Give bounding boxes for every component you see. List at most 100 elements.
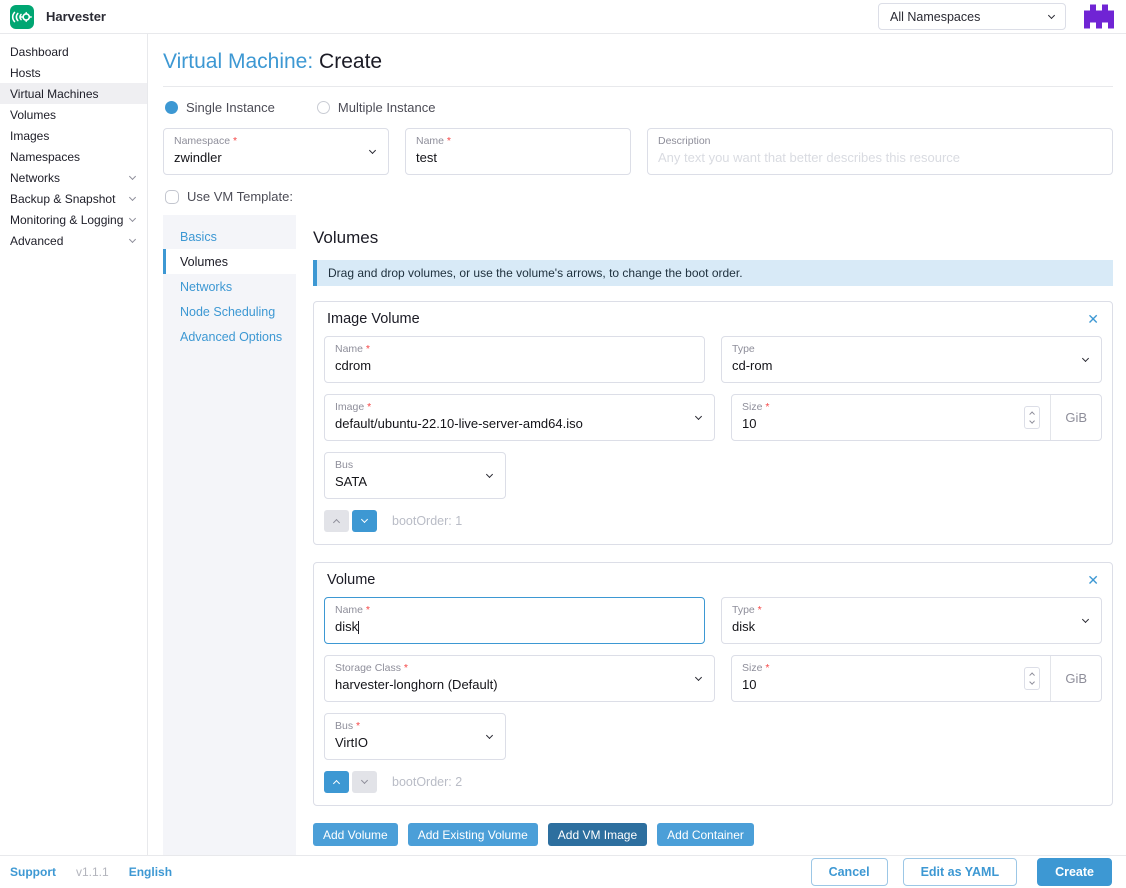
sidebar-item-label: Volumes (10, 108, 56, 122)
radio-label: Single Instance (186, 100, 275, 115)
tab-node-scheduling[interactable]: Node Scheduling (163, 299, 296, 324)
volume-bus-select[interactable]: Bus VirtIO (324, 713, 506, 760)
cancel-button[interactable]: Cancel (811, 858, 888, 886)
vm-name-field[interactable]: Name test (405, 128, 631, 175)
page-title-resource: Virtual Machine: (163, 50, 313, 73)
sidebar-item-label: Virtual Machines (10, 87, 99, 101)
storage-class-select[interactable]: Storage Class harvester-longhorn (Defaul… (324, 655, 715, 702)
field-label: Name (335, 343, 694, 355)
arrow-down-icon (361, 777, 368, 784)
user-avatar[interactable] (1084, 3, 1114, 30)
namespace-select[interactable]: Namespace zwindler (163, 128, 389, 175)
boot-order-info-banner: Drag and drop volumes, or use the volume… (313, 260, 1113, 286)
language-link[interactable]: English (129, 865, 172, 879)
volume-bus-select[interactable]: Bus SATA (324, 452, 506, 499)
move-volume-up-button[interactable] (324, 771, 349, 793)
stepper-up-icon (1029, 672, 1035, 678)
volume-image-select[interactable]: Image default/ubuntu-22.10-live-server-a… (324, 394, 715, 441)
sidebar-item-label: Monitoring & Logging (10, 213, 123, 227)
sidebar-item-hosts[interactable]: Hosts (0, 62, 147, 83)
sidebar-item-label: Hosts (10, 66, 41, 80)
vm-config-section: Basics Volumes Networks Node Scheduling … (163, 215, 1113, 855)
description-field[interactable]: Description Any text you want that bette… (647, 128, 1113, 175)
add-container-button[interactable]: Add Container (657, 823, 754, 846)
card-title: Volume (327, 572, 375, 588)
volume-bus-value: SATA (335, 474, 495, 489)
boot-order-label: bootOrder: 2 (392, 775, 462, 789)
add-volume-button[interactable]: Add Volume (313, 823, 398, 846)
field-label: Type (732, 604, 1091, 616)
close-icon[interactable]: ✕ (1087, 573, 1099, 587)
field-label: Type (732, 343, 1091, 355)
volume-type-value: cd-rom (732, 358, 1091, 373)
volume-type-select[interactable]: Type cd-rom (721, 336, 1102, 383)
instance-mode-radios: Single Instance Multiple Instance (165, 100, 1113, 115)
size-unit-label: GiB (1050, 656, 1101, 701)
vm-name-value: test (416, 150, 620, 165)
image-volume-card: Image Volume ✕ Name cdrom Type cd-rom (313, 301, 1113, 545)
volumes-heading: Volumes (313, 228, 1113, 248)
harvester-logo-icon (10, 5, 34, 29)
arrow-down-icon (361, 516, 368, 523)
sidebar: Dashboard Hosts Virtual Machines Volumes… (0, 34, 148, 855)
sidebar-item-volumes[interactable]: Volumes (0, 104, 147, 125)
sidebar-item-networks[interactable]: Networks (0, 167, 147, 188)
chevron-down-icon (129, 215, 136, 222)
radio-single-instance[interactable]: Single Instance (165, 100, 275, 115)
field-label: Storage Class (335, 662, 704, 674)
volumes-tab-content: Volumes Drag and drop volumes, or use th… (296, 215, 1113, 855)
volume-size-field[interactable]: Size 10 GiB (731, 394, 1102, 441)
sidebar-item-label: Advanced (10, 234, 63, 248)
boot-order-row: bootOrder: 1 (324, 510, 1102, 532)
use-vm-template-checkbox[interactable] (165, 190, 179, 204)
volume-type-select[interactable]: Type disk (721, 597, 1102, 644)
sidebar-item-label: Images (10, 129, 49, 143)
edit-as-yaml-button[interactable]: Edit as YAML (903, 858, 1018, 886)
close-icon[interactable]: ✕ (1087, 312, 1099, 326)
volume-name-field[interactable]: Name cdrom (324, 336, 705, 383)
tab-advanced-options[interactable]: Advanced Options (163, 324, 296, 349)
sidebar-item-backup-snapshot[interactable]: Backup & Snapshot (0, 188, 147, 209)
radio-multiple-instance[interactable]: Multiple Instance (317, 100, 436, 115)
use-vm-template-label: Use VM Template: (187, 189, 293, 204)
tab-basics[interactable]: Basics (163, 224, 296, 249)
arrow-up-icon (333, 780, 340, 787)
namespace-filter-select[interactable]: All Namespaces (878, 3, 1066, 30)
tab-volumes[interactable]: Volumes (163, 249, 296, 274)
chevron-down-icon (129, 236, 136, 243)
size-stepper[interactable] (1024, 406, 1040, 429)
sidebar-item-label: Backup & Snapshot (10, 192, 115, 206)
sidebar-item-images[interactable]: Images (0, 125, 147, 146)
field-label: Description (658, 135, 1102, 147)
field-label: Size (742, 662, 1014, 674)
tab-networks[interactable]: Networks (163, 274, 296, 299)
footer-bar: Support v1.1.1 English Cancel Edit as YA… (0, 855, 1126, 888)
sidebar-item-virtual-machines[interactable]: Virtual Machines (0, 83, 147, 104)
support-link[interactable]: Support (10, 865, 56, 879)
size-unit-label: GiB (1050, 395, 1101, 440)
boot-order-label: bootOrder: 1 (392, 514, 462, 528)
title-divider (163, 86, 1113, 87)
move-volume-down-button[interactable] (352, 510, 377, 532)
size-stepper[interactable] (1024, 667, 1040, 690)
stepper-up-icon (1029, 411, 1035, 417)
page-title: Virtual Machine: Create (163, 50, 1113, 74)
move-volume-down-button[interactable] (352, 771, 377, 793)
sidebar-item-label: Dashboard (10, 45, 69, 59)
volume-name-field-focused[interactable]: Name disk (324, 597, 705, 644)
sidebar-item-monitoring-logging[interactable]: Monitoring & Logging (0, 209, 147, 230)
sidebar-item-namespaces[interactable]: Namespaces (0, 146, 147, 167)
storage-class-value: harvester-longhorn (Default) (335, 677, 704, 692)
create-button[interactable]: Create (1037, 858, 1112, 886)
sidebar-item-advanced[interactable]: Advanced (0, 230, 147, 251)
field-label: Size (742, 401, 1014, 413)
main-content: Virtual Machine: Create Single Instance … (149, 34, 1126, 855)
brand-name: Harvester (46, 9, 106, 24)
move-volume-up-button[interactable] (324, 510, 349, 532)
field-label: Bus (335, 720, 495, 732)
add-existing-volume-button[interactable]: Add Existing Volume (408, 823, 538, 846)
field-label: Namespace (174, 135, 378, 147)
sidebar-item-dashboard[interactable]: Dashboard (0, 41, 147, 62)
add-vm-image-button[interactable]: Add VM Image (548, 823, 647, 846)
volume-size-field[interactable]: Size 10 GiB (731, 655, 1102, 702)
